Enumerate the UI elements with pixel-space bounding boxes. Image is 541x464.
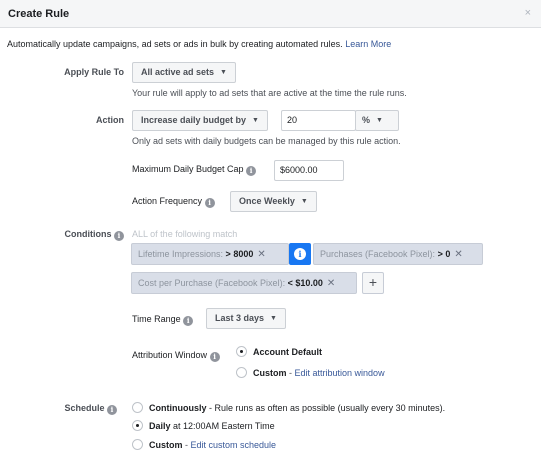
schedule-daily-label: Daily <box>149 421 171 431</box>
time-range-dropdown[interactable]: Last 3 days ▼ <box>206 308 286 329</box>
dialog-title: Create Rule <box>8 8 70 20</box>
apply-rule-label: Apply Rule To <box>64 67 124 77</box>
budget-cap-input[interactable]: $6000.00 <box>274 160 344 181</box>
action-helper: Only ad sets with daily budgets can be m… <box>132 136 401 146</box>
condition-chip[interactable]: Cost per Purchase (Facebook Pixel): < $1… <box>131 272 357 294</box>
time-range-text: Time Range <box>132 314 181 324</box>
radio-icon[interactable] <box>236 367 247 378</box>
apply-rule-value: All active ad sets <box>141 67 215 77</box>
action-frequency-label: Action Frequency i <box>132 196 215 208</box>
radio-icon[interactable] <box>132 402 143 413</box>
chip-field: Purchases (Facebook Pixel): <box>320 249 436 259</box>
chip-field: Lifetime Impressions: <box>138 249 224 259</box>
close-icon[interactable]: ✕ <box>327 278 335 289</box>
schedule-continuously-label: Continuously <box>149 403 207 413</box>
info-icon[interactable]: i <box>209 352 220 362</box>
condition-chip[interactable]: Purchases (Facebook Pixel): > 0 ✕ <box>313 243 483 265</box>
attribution-window-text: Attribution Window <box>132 350 208 360</box>
conditions-label-text: Conditions <box>64 229 112 239</box>
intro-description: Automatically update campaigns, ad sets … <box>7 39 343 49</box>
edit-attribution-link[interactable]: Edit attribution window <box>295 368 385 378</box>
chip-value: $10.00 <box>295 278 323 288</box>
time-range-label: Time Range i <box>132 314 194 326</box>
info-icon: i <box>294 248 306 260</box>
budget-cap-text: Maximum Daily Budget Cap <box>132 164 244 174</box>
attribution-default-label: Account Default <box>253 347 323 357</box>
action-frequency-dropdown[interactable]: Once Weekly ▼ <box>230 191 317 212</box>
close-icon[interactable]: × <box>525 7 531 19</box>
radio-selected-icon[interactable] <box>132 420 143 431</box>
edit-schedule-link[interactable]: Edit custom schedule <box>191 440 277 450</box>
caret-down-icon: ▼ <box>300 198 308 205</box>
chip-field: Cost per Purchase (Facebook Pixel): <box>138 278 286 288</box>
info-icon[interactable]: i <box>114 231 124 241</box>
close-icon[interactable]: ✕ <box>257 249 265 260</box>
dialog-header: Create Rule × <box>0 0 541 28</box>
info-icon[interactable]: i <box>246 166 257 176</box>
action-amount-input[interactable]: 20 <box>281 110 356 131</box>
chip-operator: < <box>287 278 293 288</box>
chip-value: 0 <box>445 249 451 259</box>
schedule-custom-label: Custom <box>149 440 183 450</box>
schedule-daily-desc: at 12:00AM Eastern Time <box>173 421 275 431</box>
schedule-label: Schedule i <box>0 403 117 415</box>
attribution-window-label: Attribution Window i <box>132 350 220 362</box>
action-label: Action <box>96 115 124 125</box>
info-icon[interactable]: i <box>107 405 117 415</box>
radio-icon[interactable] <box>132 439 143 450</box>
schedule-option-daily[interactable]: Daily at 12:00AM Eastern Time <box>132 420 275 431</box>
attribution-option-custom[interactable]: Custom - Edit attribution window <box>236 367 385 378</box>
attribution-option-default[interactable]: Account Default <box>236 346 322 357</box>
action-frequency-text: Action Frequency <box>132 196 203 206</box>
conditions-match: ALL of the following match <box>132 229 238 239</box>
budget-cap-label: Maximum Daily Budget Cap i <box>132 164 257 176</box>
chip-operator: > <box>225 249 231 259</box>
plus-icon[interactable]: + <box>362 272 384 294</box>
info-icon[interactable]: i <box>183 316 194 326</box>
caret-down-icon: ▼ <box>270 315 277 322</box>
caret-down-icon: ▼ <box>252 117 259 124</box>
apply-rule-dropdown[interactable]: All active ad sets ▼ <box>132 62 236 83</box>
info-icon[interactable]: i <box>204 198 215 208</box>
intro-text: Automatically update campaigns, ad sets … <box>7 39 391 49</box>
caret-down-icon: ▼ <box>220 69 227 76</box>
action-unit-value: % <box>362 115 371 125</box>
time-range-value: Last 3 days <box>215 313 265 323</box>
schedule-option-continuously[interactable]: Continuously - Rule runs as often as pos… <box>132 402 445 413</box>
action-dropdown[interactable]: Increase daily budget by ▼ <box>132 110 268 131</box>
caret-down-icon: ▼ <box>376 117 383 124</box>
chip-operator: > <box>437 249 443 259</box>
attribution-custom-label: Custom <box>253 368 287 378</box>
condition-info-button[interactable]: i <box>289 243 311 265</box>
action-frequency-value: Once Weekly <box>239 196 295 206</box>
action-unit-dropdown[interactable]: % ▼ <box>355 110 399 131</box>
learn-more-link[interactable]: Learn More <box>345 39 391 49</box>
radio-selected-icon[interactable] <box>236 346 247 357</box>
conditions-label: Conditions i <box>4 229 124 241</box>
schedule-label-text: Schedule <box>64 403 105 413</box>
close-icon[interactable]: ✕ <box>454 249 462 260</box>
action-value: Increase daily budget by <box>141 115 247 125</box>
chip-value: 8000 <box>233 249 254 259</box>
schedule-option-custom[interactable]: Custom - Edit custom schedule <box>132 439 276 450</box>
apply-rule-helper: Your rule will apply to ad sets that are… <box>132 88 407 98</box>
condition-chip[interactable]: Lifetime Impressions: > 8000 ✕ <box>131 243 289 265</box>
schedule-continuously-desc: - Rule runs as often as possible (usuall… <box>209 403 446 413</box>
